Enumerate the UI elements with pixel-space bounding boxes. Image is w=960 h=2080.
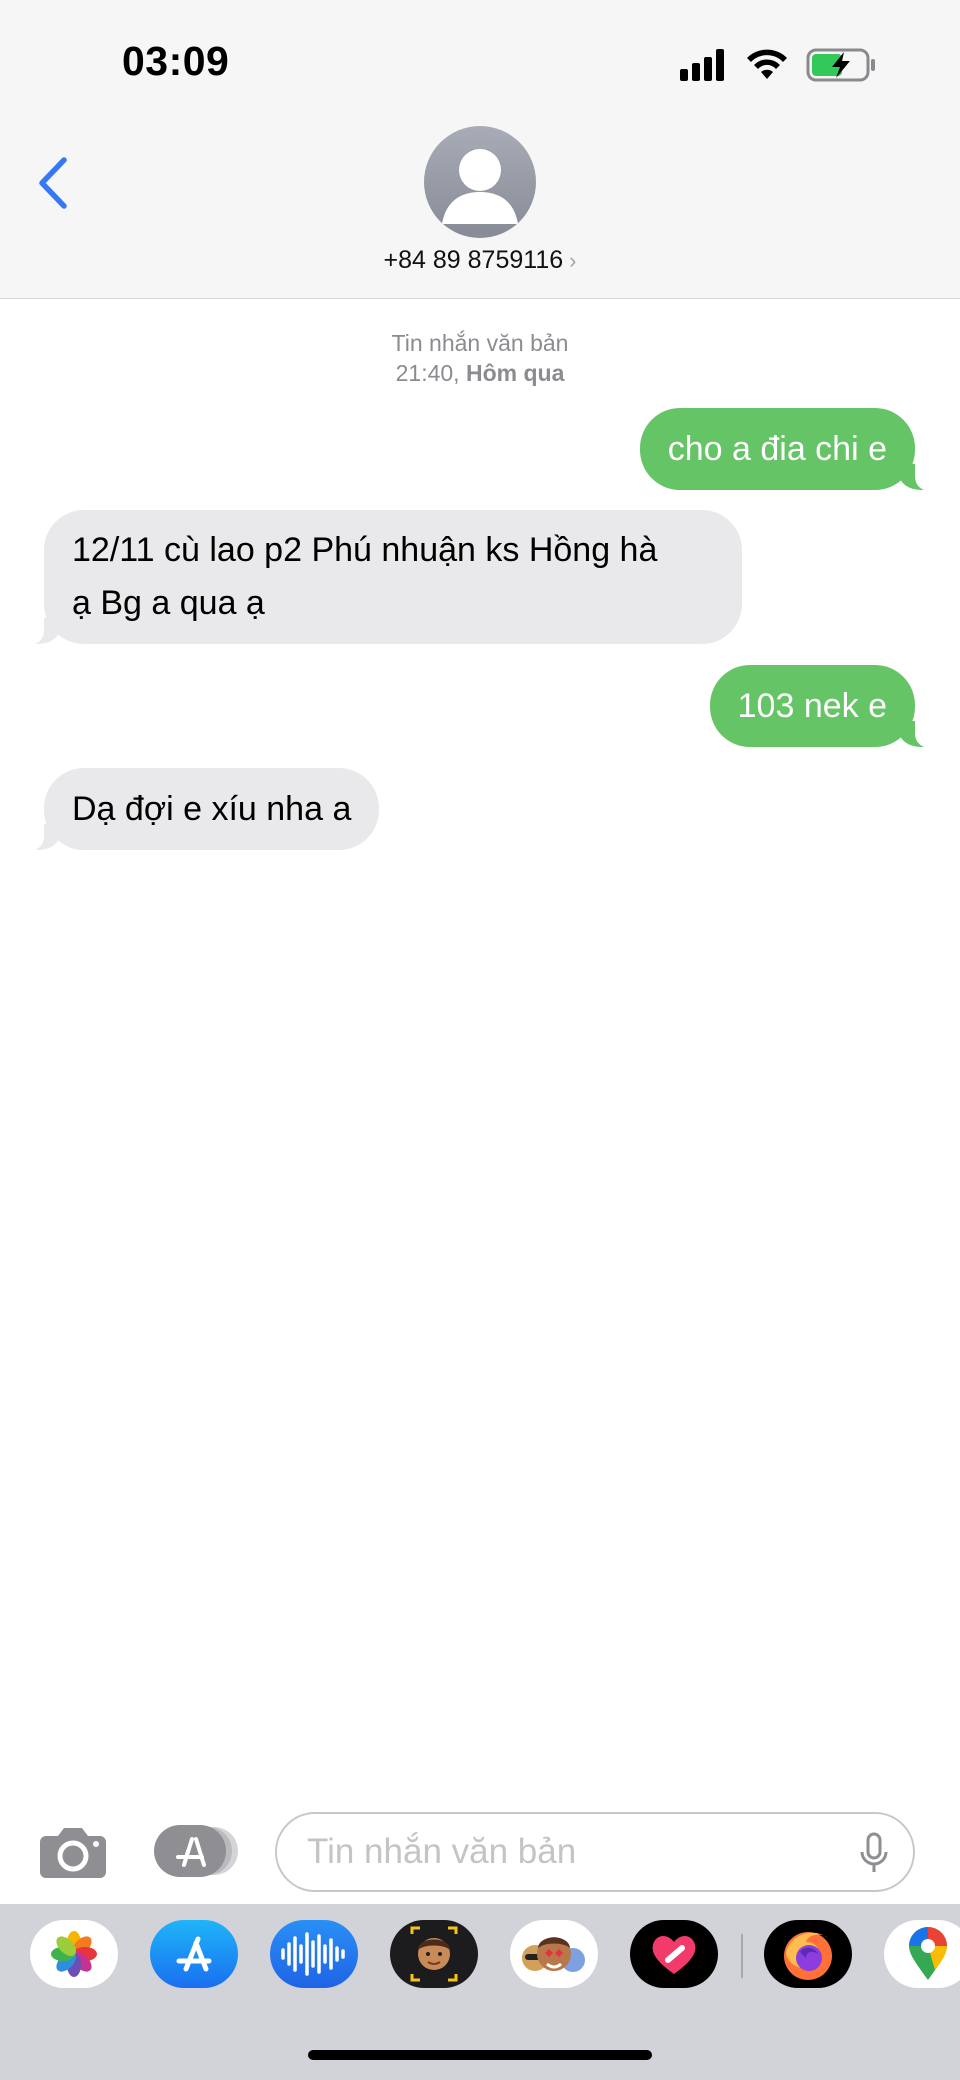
- outgoing-message-bubble[interactable]: 103 nek e: [709, 665, 938, 748]
- audio-message-app-button[interactable]: [270, 1920, 358, 1988]
- google-maps-pin-icon: [909, 1927, 947, 1980]
- memoji-app-button[interactable]: [390, 1920, 478, 1988]
- message-text-line: 12/11 cù lao p2 Phú nhuận ks Hồng hà: [72, 531, 658, 569]
- incoming-message-bubble[interactable]: Dạ đợi e xíu nha a: [21, 768, 380, 851]
- person-silhouette-icon: [442, 149, 518, 224]
- thread-time-line: 21:40, Hôm qua: [0, 358, 960, 388]
- thread-type-label: Tin nhắn văn bản: [391, 330, 569, 356]
- home-indicator[interactable]: [308, 2050, 652, 2060]
- app-store-icon: [154, 1825, 238, 1877]
- sticker-faces-icon: [522, 1937, 585, 1972]
- message-input-placeholder: Tin nhắn văn bản: [307, 1832, 577, 1871]
- camera-button[interactable]: [38, 1824, 108, 1880]
- contact-name-button[interactable]: +84 89 8759116 ›: [0, 246, 960, 275]
- contact-number: +84 89 8759116: [383, 246, 564, 274]
- message-text: cho a đia chi e: [667, 430, 887, 468]
- message-text: 103 nek e: [737, 687, 887, 725]
- firefox-icon: [784, 1932, 832, 1980]
- incoming-message-bubble[interactable]: 12/11 cù lao p2 Phú nhuận ks Hồng hà ạ B…: [22, 510, 742, 645]
- thread-timestamp: Tin nhắn văn bản 21:40, Hôm qua: [0, 328, 960, 388]
- waveform-icon: [281, 1932, 345, 1976]
- back-button[interactable]: [28, 150, 78, 216]
- animoji-stickers-app-button[interactable]: [510, 1920, 598, 1988]
- message-text-line: ạ Bg a qua ạ: [72, 584, 265, 622]
- conversation-header: 03:09 +84 89 8759116 ›: [0, 0, 960, 299]
- contact-avatar[interactable]: [424, 126, 536, 238]
- compose-bar: Tin nhắn văn bản: [0, 1800, 960, 1904]
- thread-day: Hôm qua: [465, 360, 565, 386]
- message-text: Dạ đợi e xíu nha a: [72, 790, 352, 828]
- imessage-app-tray: [0, 1904, 960, 2080]
- camera-icon: [40, 1828, 106, 1878]
- message-input[interactable]: Tin nhắn văn bản: [275, 1812, 915, 1892]
- cellular-signal-icon: [680, 49, 724, 81]
- status-icons: [680, 45, 878, 85]
- battery-charging-icon: [806, 48, 875, 82]
- tray-divider: [741, 1934, 743, 1978]
- microphone-icon[interactable]: [859, 1832, 889, 1874]
- firefox-app-button[interactable]: [764, 1920, 852, 1988]
- chevron-left-icon: [39, 157, 67, 209]
- memoji-face-icon: [410, 1926, 458, 1982]
- photos-app-button[interactable]: [30, 1920, 118, 1988]
- photos-icon: [51, 1931, 97, 1977]
- apps-button[interactable]: [154, 1825, 240, 1877]
- digital-touch-app-button[interactable]: [630, 1920, 718, 1988]
- app-store-app-button[interactable]: [150, 1920, 238, 1988]
- chevron-right-icon: ›: [569, 248, 577, 273]
- thread-time: 21:40,: [395, 360, 460, 386]
- outgoing-message-bubble[interactable]: cho a đia chi e: [639, 408, 938, 491]
- wifi-icon: [747, 49, 787, 79]
- google-maps-app-button[interactable]: [884, 1920, 960, 1988]
- heart-touch-icon: [652, 1936, 696, 1974]
- app-store-a-icon: [176, 1936, 212, 1972]
- status-time: 03:09: [122, 38, 230, 84]
